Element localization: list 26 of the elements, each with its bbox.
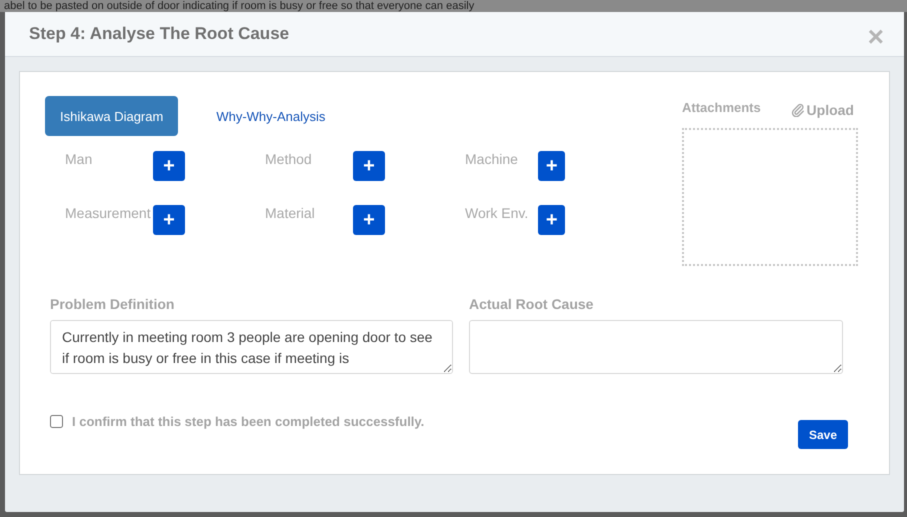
save-button[interactable]: Save [798, 420, 848, 449]
paperclip-icon [790, 103, 805, 117]
confirm-checkbox[interactable] [50, 415, 63, 428]
attachments-label: Attachments [682, 100, 761, 114]
add-button[interactable]: + [538, 151, 565, 181]
category-label: Measurement [65, 205, 152, 221]
category-label: Work Env. [465, 205, 530, 221]
add-button[interactable]: + [353, 205, 385, 235]
category-label: Material [265, 205, 316, 221]
tab[interactable]: Ishikawa Diagram [45, 96, 178, 136]
confirm-label: I confirm that this step has been completed successfully. [72, 414, 424, 429]
attachment-drop-area[interactable] [682, 128, 858, 266]
category-label: Man [65, 151, 94, 167]
add-button[interactable]: + [153, 205, 185, 235]
category-label: Method [265, 151, 313, 167]
add-button[interactable]: + [538, 205, 565, 235]
dialog-title: Step 4: Analyse The Root Cause [29, 24, 290, 44]
category-label: Machine [465, 151, 519, 167]
backdrop-text: abel to be pasted on outside of door indicating if room is busy or free so that everyone can easily [0, 0, 907, 12]
root-cause-field[interactable] [469, 320, 843, 374]
field-label: Problem Definition [50, 296, 176, 312]
tab[interactable]: Why-Why-Analysis [192, 96, 350, 136]
add-button[interactable]: + [353, 151, 385, 181]
add-button[interactable]: + [153, 151, 185, 181]
field-label: Actual Root Cause [469, 296, 594, 312]
problem-definition-field[interactable]: Currently in meeting room 3 people are opening door to see if room is busy or free in this case if meeting is [50, 320, 453, 374]
